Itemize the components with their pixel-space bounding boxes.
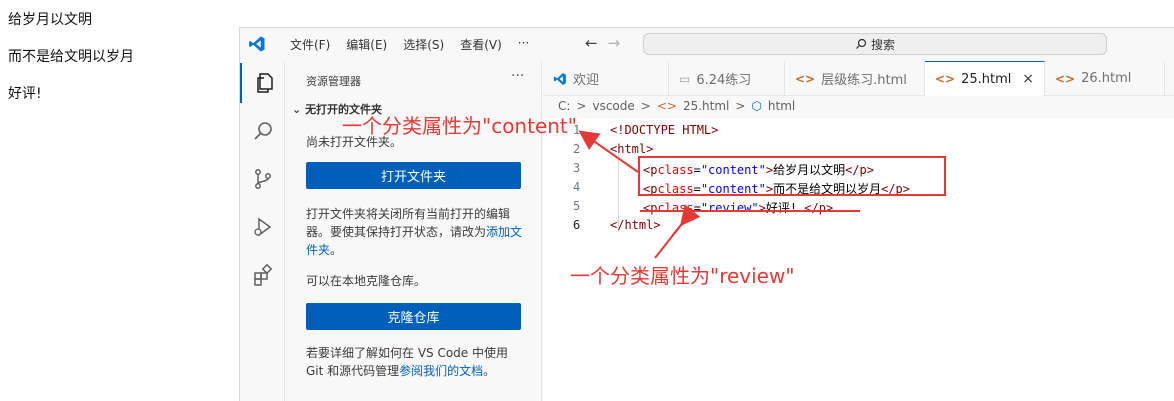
sidebar-title: 资源管理器 [306, 75, 361, 88]
vscode-logo-icon [553, 72, 566, 85]
search-label: 搜索 [870, 37, 895, 52]
code-line-2: <html> [610, 142, 653, 156]
line-number: 4 [573, 180, 581, 194]
code-tag: </p> [804, 201, 834, 215]
code-tag: <html> [610, 142, 654, 156]
search-icon [856, 38, 867, 49]
code-eq: = [693, 201, 701, 215]
code-text: 好评! [765, 201, 805, 215]
menu-view[interactable]: 查看(V) [452, 36, 510, 53]
nav-arrows: ← → [585, 34, 620, 52]
code-line-1: <!DOCTYPE HTML> [610, 123, 718, 137]
info-suffix: 。 [330, 243, 343, 257]
activity-bar [240, 61, 285, 401]
code-tag: <p [643, 201, 658, 215]
line-number: 5 [573, 199, 581, 213]
tab-label: 26.html [1081, 71, 1132, 86]
content-highlight-box [638, 156, 946, 196]
indent-guide [618, 154, 619, 226]
page-text-line-2: 而不是给文明以岁月 [8, 49, 134, 65]
review-annotation-label: 一个分类属性为"review" [570, 264, 795, 288]
html-icon: <> [1055, 71, 1076, 86]
clone-text: 可以在本地克隆仓库。 [306, 274, 427, 288]
open-folder-button[interactable]: 打开文件夹 [306, 162, 521, 189]
line-number: 2 [573, 142, 581, 156]
open-folder-info: 打开文件夹将关闭所有当前打开的编辑器。要使其保持打开状态，请改为添加文件夹。 [306, 205, 528, 259]
search-icon[interactable] [240, 111, 285, 151]
command-search-box[interactable]: 搜索 [643, 33, 1107, 55]
code-tag: > [758, 201, 766, 215]
file-icon: ▭ [679, 71, 691, 86]
sidebar-more-button[interactable]: ··· [511, 68, 524, 84]
back-arrow-icon[interactable]: ← [585, 34, 598, 52]
run-debug-icon[interactable] [240, 207, 285, 247]
page-text-line-1: 给岁月以文明 [8, 12, 92, 28]
tab-label: 欢迎 [573, 73, 600, 88]
tab-label: 层级练习.html [821, 73, 907, 88]
menu-bar: 文件(F) 编辑(E) 选择(S) 查看(V) ··· [282, 36, 537, 53]
clone-repo-button[interactable]: 克隆仓库 [306, 303, 521, 330]
breadcrumb-sep: > [576, 99, 587, 113]
forward-arrow-icon[interactable]: → [608, 34, 621, 52]
tab-label: 6.24练习 [696, 73, 752, 88]
breadcrumb-symbol[interactable]: html [768, 99, 795, 113]
menu-selection[interactable]: 选择(S) [395, 36, 452, 53]
vscode-window: 文件(F) 编辑(E) 选择(S) 查看(V) ··· ← → 搜索 资源管理器… [239, 27, 1174, 401]
menu-file[interactable]: 文件(F) [282, 36, 338, 53]
html-icon: <> [656, 99, 677, 113]
tab-25-html[interactable]: <> 25.html × [925, 61, 1045, 96]
line-number: 6 [573, 218, 581, 232]
vscode-logo-icon [249, 36, 265, 52]
breadcrumb-sep: > [640, 99, 651, 113]
learn-more-text: 若要详细了解如何在 VS Code 中使用 Git 和源代码管理参阅我们的文档。 [306, 344, 528, 380]
breadcrumb-sep: > [735, 99, 746, 113]
source-control-icon[interactable] [240, 159, 285, 199]
chevron-down-icon: ⌄ [292, 103, 302, 116]
code-line-5: <pclass="review">好评! </p> [643, 199, 833, 216]
tab-26-html[interactable]: <> 26.html [1045, 61, 1165, 96]
breadcrumb: C: > vscode > <> 25.html > ⬡ html [558, 99, 795, 113]
breadcrumb-folder[interactable]: vscode [592, 99, 634, 113]
page-text-line-3: 好评! [8, 86, 42, 102]
symbol-icon: ⬡ [751, 99, 762, 113]
code-line-6: </html> [610, 218, 661, 232]
close-icon[interactable]: × [1022, 71, 1034, 87]
menu-more[interactable]: ··· [510, 36, 537, 53]
docs-link[interactable]: 参阅我们的文档 [399, 364, 483, 378]
code-value: "review" [700, 201, 759, 215]
tab-level-practice[interactable]: <> 层级练习.html [785, 61, 925, 96]
editor-tabs: 欢迎 ▭ 6.24练习 <> 层级练习.html <> 25.html × <>… [543, 61, 1174, 96]
explorer-icon[interactable] [240, 63, 285, 103]
code-tag: <!DOCTYPE HTML> [610, 123, 719, 137]
review-underline [640, 210, 860, 212]
line-number: 3 [573, 161, 581, 175]
info-text: 打开文件夹将关闭所有当前打开的编辑器。要使其保持打开状态，请改为 [306, 207, 511, 239]
tab-label: 25.html [961, 71, 1012, 87]
content-annotation-label: 一个分类属性为"content" [342, 114, 577, 138]
breadcrumb-file[interactable]: 25.html [683, 99, 729, 113]
menu-edit[interactable]: 编辑(E) [338, 36, 395, 53]
code-attr: class [657, 201, 694, 215]
html-icon: <> [935, 72, 956, 86]
title-bar: 文件(F) 编辑(E) 选择(S) 查看(V) ··· ← → 搜索 [240, 28, 1174, 61]
learn-suffix: 。 [483, 364, 496, 378]
code-tag: </html> [610, 218, 661, 232]
tab-6-24[interactable]: ▭ 6.24练习 [669, 61, 785, 96]
html-icon: <> [795, 71, 816, 86]
tab-welcome[interactable]: 欢迎 [543, 61, 669, 96]
extensions-icon[interactable] [240, 255, 285, 295]
